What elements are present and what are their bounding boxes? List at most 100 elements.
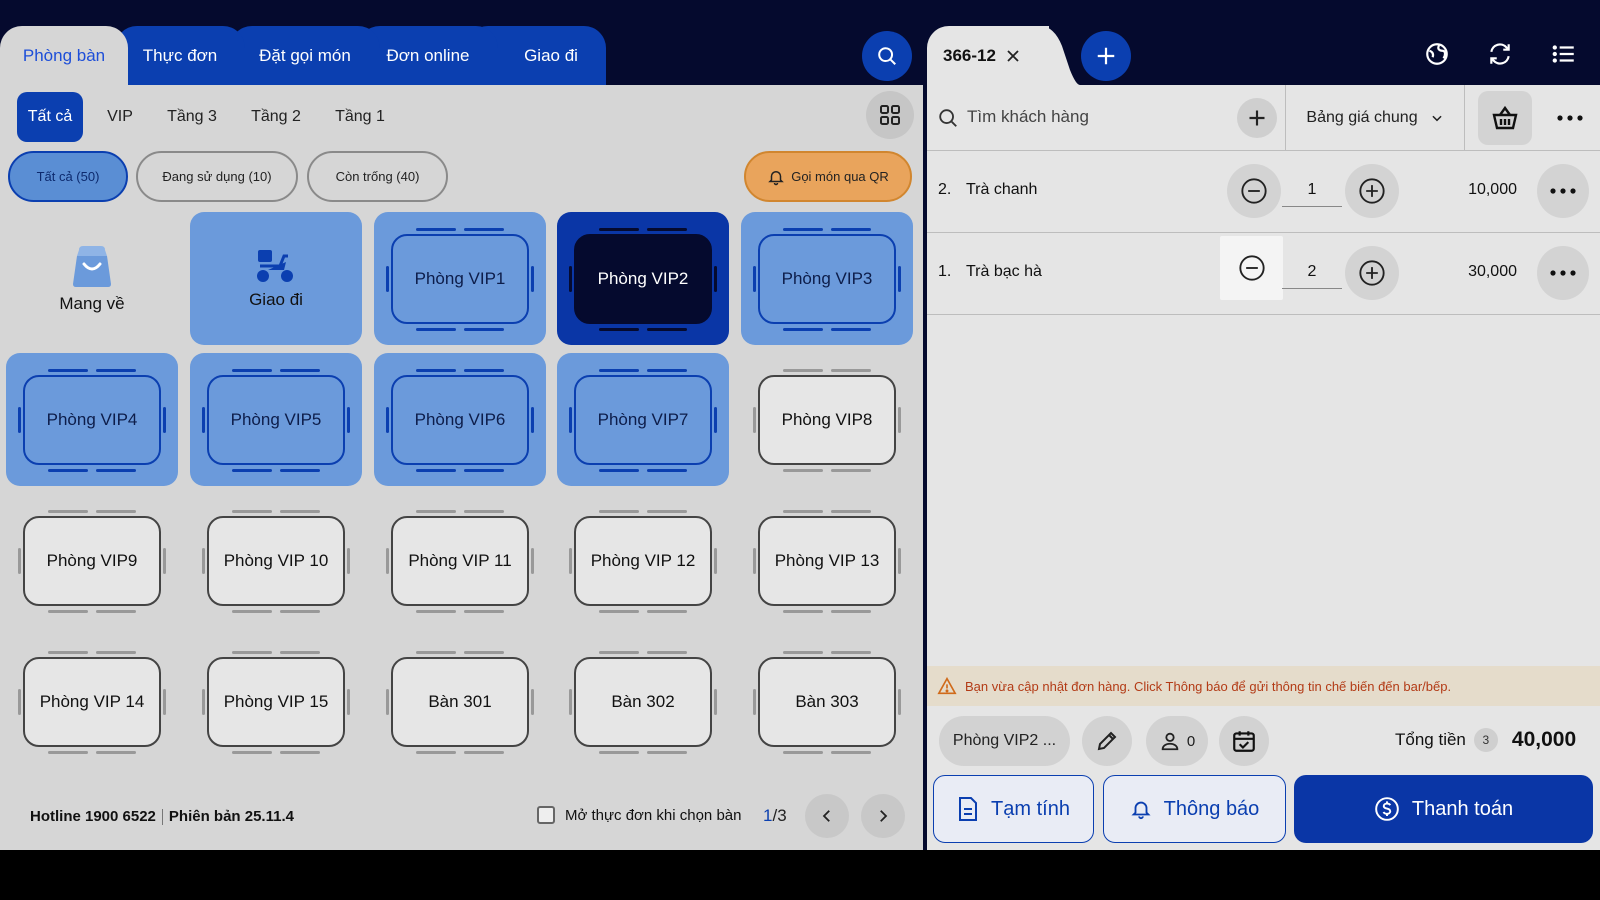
room-cell[interactable]: Bàn 302 (557, 635, 729, 768)
filter-in-use[interactable]: Đang sử dụng (10) (136, 151, 298, 202)
room-cell[interactable]: Phòng VIP 13 (741, 494, 913, 627)
chair (280, 610, 320, 613)
item-more-button[interactable] (1537, 246, 1589, 300)
chair (96, 610, 136, 613)
open-menu-checkbox[interactable] (537, 806, 555, 824)
chair (464, 328, 504, 331)
dollar-circle-icon (1375, 797, 1399, 821)
chair (647, 369, 687, 372)
close-icon[interactable] (1006, 49, 1020, 63)
qr-order-button[interactable]: Gọi món qua QR (744, 151, 912, 202)
temp-bill-button[interactable]: Tạm tính (933, 775, 1094, 843)
bell-icon (1131, 801, 1151, 820)
tab-thuc-don[interactable]: Thực đơn (115, 26, 245, 85)
room-cell[interactable]: Phòng VIP9 (6, 494, 178, 627)
room-cell[interactable]: Bàn 301 (374, 635, 546, 768)
room-cell[interactable]: Phòng VIP 12 (557, 494, 729, 627)
room-cell[interactable]: Phòng VIP 10 (190, 494, 362, 627)
calendar-button[interactable] (1219, 716, 1269, 766)
customer-search-input[interactable] (967, 107, 1217, 127)
room-cell[interactable]: Phòng VIP8 (741, 353, 913, 486)
room-cell[interactable]: Bàn 303 (741, 635, 913, 768)
room-cell[interactable]: Phòng VIP3 (741, 212, 913, 345)
floor-tab-vip[interactable]: VIP (96, 92, 144, 142)
chair (48, 610, 88, 613)
more-options-button[interactable] (1547, 95, 1593, 141)
takeaway-cell[interactable]: Mang về (6, 212, 178, 345)
search-button[interactable] (862, 31, 912, 81)
room-cell[interactable]: Phòng VIP 11 (374, 494, 546, 627)
grid-view-button[interactable] (866, 91, 914, 139)
room-label: Phòng VIP5 (207, 375, 345, 465)
item-more-button[interactable] (1537, 164, 1589, 218)
chair (569, 407, 572, 433)
delivery-cell[interactable]: Giao đi (190, 212, 362, 345)
decrease-qty-button[interactable] (1227, 164, 1281, 218)
chair (232, 510, 272, 513)
menu-list-button[interactable] (1541, 31, 1587, 77)
filter-all[interactable]: Tất cả (50) (8, 151, 128, 202)
chair (599, 610, 639, 613)
chair (783, 610, 823, 613)
increase-qty-button[interactable] (1345, 246, 1399, 300)
add-customer-button[interactable] (1237, 98, 1277, 138)
chair (280, 369, 320, 372)
tab-phong-ban[interactable]: Phòng bàn (0, 26, 128, 85)
room-cell[interactable]: Phòng VIP2 (557, 212, 729, 345)
chair (416, 751, 456, 754)
increase-qty-button[interactable] (1345, 164, 1399, 218)
chair (416, 510, 456, 513)
floor-tab-all[interactable]: Tất cả (17, 92, 83, 142)
chair (48, 751, 88, 754)
open-menu-option[interactable]: Mở thực đơn khi chọn bàn (537, 806, 741, 824)
edit-button[interactable] (1082, 716, 1132, 766)
chair (531, 548, 534, 574)
basket-button[interactable] (1478, 91, 1532, 145)
floor-tab-tang-3[interactable]: Tầng 3 (160, 92, 224, 142)
chair (48, 651, 88, 654)
selected-table-chip[interactable]: Phòng VIP2 ... (939, 716, 1070, 766)
room-cell[interactable]: Phòng VIP 14 (6, 635, 178, 768)
chair (714, 548, 717, 574)
add-order-button[interactable] (1081, 31, 1131, 81)
chair (464, 510, 504, 513)
chair (647, 751, 687, 754)
refresh-button[interactable] (1477, 31, 1523, 77)
room-cell[interactable]: Phòng VIP6 (374, 353, 546, 486)
chair (96, 369, 136, 372)
chair (416, 651, 456, 654)
price-list-select[interactable]: Bảng giá chung (1285, 85, 1465, 151)
room-cell[interactable]: Phòng VIP4 (6, 353, 178, 486)
globe-button[interactable] (1414, 31, 1460, 77)
filter-available[interactable]: Còn trống (40) (307, 151, 448, 202)
chair (831, 651, 871, 654)
chevron-left-icon (822, 810, 830, 822)
decrease-qty-button[interactable] (1220, 236, 1283, 300)
chair (569, 266, 572, 292)
room-cell[interactable]: Phòng VIP1 (374, 212, 546, 345)
chair (898, 266, 901, 292)
minus-circle-icon (1238, 255, 1265, 281)
guest-count-button[interactable]: 0 (1146, 716, 1208, 766)
floor-tab-tang-2[interactable]: Tầng 2 (244, 92, 308, 142)
chair (163, 689, 166, 715)
item-qty[interactable]: 2 (1282, 259, 1342, 289)
chair (753, 266, 756, 292)
room-cell[interactable]: Phòng VIP7 (557, 353, 729, 486)
chair (599, 469, 639, 472)
next-page-button[interactable] (861, 794, 905, 838)
notify-button[interactable]: Thông báo (1103, 775, 1286, 843)
item-qty[interactable]: 1 (1282, 177, 1342, 207)
room-cell[interactable]: Phòng VIP 15 (190, 635, 362, 768)
floor-tab-tang-1[interactable]: Tầng 1 (328, 92, 392, 142)
pay-button[interactable]: Thanh toán (1294, 775, 1593, 843)
room-cell[interactable]: Phòng VIP5 (190, 353, 362, 486)
chair (18, 689, 21, 715)
warning-icon (937, 677, 957, 695)
chair (280, 510, 320, 513)
chair (347, 548, 350, 574)
prev-page-button[interactable] (805, 794, 849, 838)
order-tab[interactable]: 366-12 (927, 26, 1049, 85)
tab-dat-goi-mon[interactable]: Đặt gọi món (230, 26, 380, 85)
chair (232, 469, 272, 472)
